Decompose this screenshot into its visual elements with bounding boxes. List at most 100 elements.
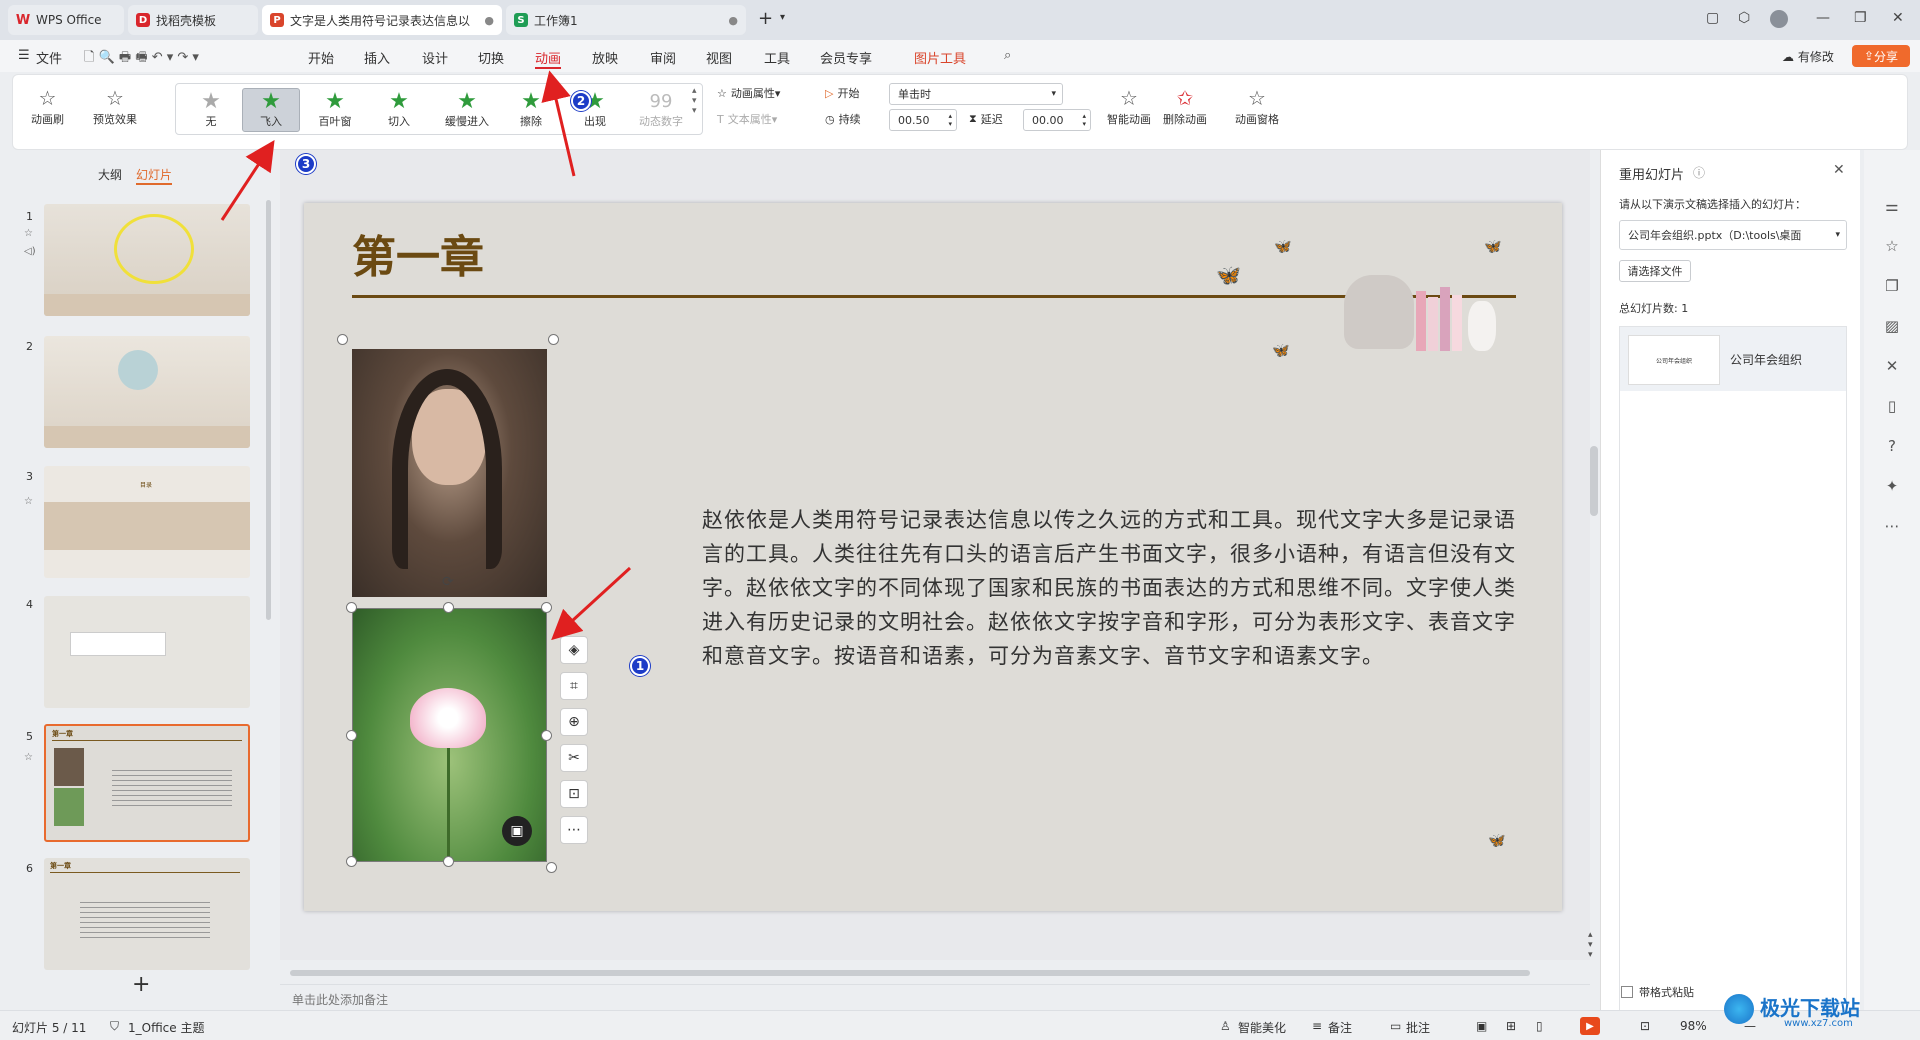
tab-slides[interactable]: 幻灯片	[136, 166, 173, 185]
tab-presentation[interactable]: P 文字是人类用符号记录表达信息以… ●	[262, 5, 502, 35]
adjust-icon[interactable]: ⚌	[1880, 194, 1904, 218]
slide-thumb-2[interactable]	[44, 336, 250, 448]
anim-cut-in[interactable]: ★ 切入	[370, 88, 428, 132]
delete-anim-button[interactable]: ✩ 删除动画	[1163, 85, 1207, 127]
zoom-value[interactable]: 98%	[1680, 1019, 1707, 1033]
menu-slideshow[interactable]: 放映	[592, 48, 618, 67]
portrait-photo[interactable]	[352, 349, 547, 597]
copy-icon[interactable]: ❐	[1880, 274, 1904, 298]
book-icon[interactable]: ▯	[1880, 394, 1904, 418]
preview-effect-button[interactable]: ☆ 预览效果	[93, 85, 137, 127]
menu-file[interactable]: 文件	[36, 48, 62, 67]
page-nav-icon[interactable]: ▴ ▾ ▾	[1588, 930, 1593, 960]
tab-outline[interactable]: 大纲	[98, 166, 122, 183]
tools-icon[interactable]: ✕	[1880, 354, 1904, 378]
more-icon[interactable]: ⋯	[560, 816, 588, 844]
quick-toolbar-icons[interactable]: 🗋 🔍 🖶 🖷 ↶ ▾ ↷ ▾	[84, 48, 199, 70]
sorter-view-icon[interactable]: ⊞	[1506, 1019, 1516, 1033]
resize-handle[interactable]	[541, 602, 552, 613]
resize-handle[interactable]	[346, 730, 357, 741]
notes-button[interactable]: 备注	[1328, 1019, 1352, 1036]
layers-icon[interactable]: ◈	[560, 636, 588, 664]
choose-file-button[interactable]: 请选择文件	[1619, 260, 1691, 282]
notes-area[interactable]: 单击此处添加备注	[280, 984, 1590, 1010]
help-icon[interactable]: ?	[1880, 434, 1904, 458]
magic-icon[interactable]: ✦	[1880, 474, 1904, 498]
reading-view-icon[interactable]: ▯	[1536, 1019, 1543, 1033]
panel-close-icon[interactable]: ✕	[1833, 162, 1845, 178]
delay-input[interactable]: 00.00 ▴ ▾	[1023, 109, 1091, 131]
tab-wps-office[interactable]: W WPS Office	[8, 5, 124, 35]
box-icon[interactable]: ⬡	[1738, 10, 1750, 26]
anim-brush-button[interactable]: ☆ 动画刷	[31, 85, 64, 127]
new-tab-button[interactable]: +	[758, 8, 773, 29]
tools-icon[interactable]: ✂	[560, 744, 588, 772]
zoom-in-icon[interactable]: ⊕	[560, 708, 588, 736]
gallery-scroll-icon[interactable]: ▴ ▾ ▾	[692, 86, 697, 116]
share-button[interactable]: ⇪ 分享	[1852, 45, 1910, 67]
text-props-button[interactable]: T 文本属性 ▾	[717, 111, 777, 127]
search-icon[interactable]: ⌕	[1004, 48, 1011, 63]
thumb-scrollbar[interactable]	[266, 200, 271, 620]
reuse-slide-item[interactable]: 公司年会组织 公司年会组织	[1620, 327, 1846, 391]
checkbox-box[interactable]	[1621, 986, 1633, 998]
add-slide-button[interactable]: +	[132, 972, 150, 997]
menu-start[interactable]: 开始	[308, 48, 334, 67]
spinner-icon[interactable]: ▴ ▾	[948, 112, 952, 128]
smart-anim-button[interactable]: ☆ 智能动画	[1107, 85, 1151, 127]
duration-input[interactable]: 00.50 ▴ ▾	[889, 109, 957, 131]
slide-title[interactable]: 第一章	[352, 221, 484, 285]
slide-thumb-3[interactable]: 目录	[44, 466, 250, 578]
menu-view[interactable]: 视图	[706, 48, 732, 67]
image-edit-icon[interactable]: ▨	[1880, 314, 1904, 338]
start-dropdown[interactable]: 单击时 ▾	[889, 83, 1063, 105]
avatar[interactable]	[1770, 10, 1788, 28]
crop-icon[interactable]: ⌗	[560, 672, 588, 700]
tab-workbook[interactable]: S 工作簿1 ●	[506, 5, 746, 35]
menu-transition[interactable]: 切换	[478, 48, 504, 67]
rotate-icon[interactable]: ⟳	[442, 574, 454, 590]
anim-pane-button[interactable]: ☆ 动画窗格	[1235, 85, 1279, 127]
help-icon[interactable]: ⓘ	[1693, 164, 1705, 181]
anim-dynamic-number[interactable]: 99 动态数字	[628, 88, 694, 132]
ocr-icon[interactable]: ⊡	[560, 780, 588, 808]
keep-format-checkbox[interactable]: 带格式粘贴	[1621, 984, 1694, 1000]
resize-handle[interactable]	[548, 334, 559, 345]
fit-icon[interactable]: ⊡	[1640, 1019, 1650, 1033]
resize-handle[interactable]	[337, 334, 348, 345]
hamburger-icon[interactable]: ☰	[18, 48, 30, 63]
menu-animation[interactable]: 动画	[535, 48, 561, 67]
anim-none[interactable]: ★ 无	[182, 88, 240, 132]
menu-design[interactable]: 设计	[422, 48, 448, 67]
anim-wipe[interactable]: ★ 擦除	[502, 88, 560, 132]
tab-list-chevron-icon[interactable]: ▾	[780, 12, 785, 23]
window-icon[interactable]: ▢	[1706, 10, 1719, 26]
anim-props-button[interactable]: ☆ 动画属性 ▾	[717, 85, 780, 101]
resize-handle[interactable]	[443, 856, 454, 867]
play-icon[interactable]: ▶	[1580, 1017, 1600, 1035]
menu-picture-tools[interactable]: 图片工具	[914, 48, 966, 67]
star-icon[interactable]: ☆	[1880, 234, 1904, 258]
close-icon[interactable]: ✕	[1892, 10, 1904, 26]
more-icon[interactable]: ⋯	[1880, 514, 1904, 538]
tab-close-dot-icon[interactable]: ●	[728, 14, 738, 27]
horizontal-scrollbar[interactable]	[290, 970, 1530, 976]
resize-handle[interactable]	[346, 602, 357, 613]
anim-slow-in[interactable]: ★ 缓慢进入	[434, 88, 500, 132]
slide-thumb-6[interactable]: 第一章	[44, 858, 250, 970]
tab-close-dot-icon[interactable]: ●	[484, 14, 494, 27]
theme-name[interactable]: 1_Office 主题	[128, 1019, 204, 1036]
menu-review[interactable]: 审阅	[650, 48, 676, 67]
menu-member[interactable]: 会员专享	[820, 48, 872, 67]
normal-view-icon[interactable]: ▣	[1476, 1019, 1487, 1033]
slide-thumb-5[interactable]: 第一章	[44, 724, 250, 842]
spinner-icon[interactable]: ▴ ▾	[1082, 112, 1086, 128]
resize-handle[interactable]	[546, 862, 557, 873]
resize-handle[interactable]	[443, 602, 454, 613]
beautify-button[interactable]: 智能美化	[1238, 1019, 1286, 1036]
restore-icon[interactable]: ❐	[1854, 10, 1867, 26]
resize-handle[interactable]	[346, 856, 357, 867]
menu-insert[interactable]: 插入	[364, 48, 390, 67]
vertical-scrollbar[interactable]	[1590, 446, 1598, 516]
menu-tools[interactable]: 工具	[764, 48, 790, 67]
